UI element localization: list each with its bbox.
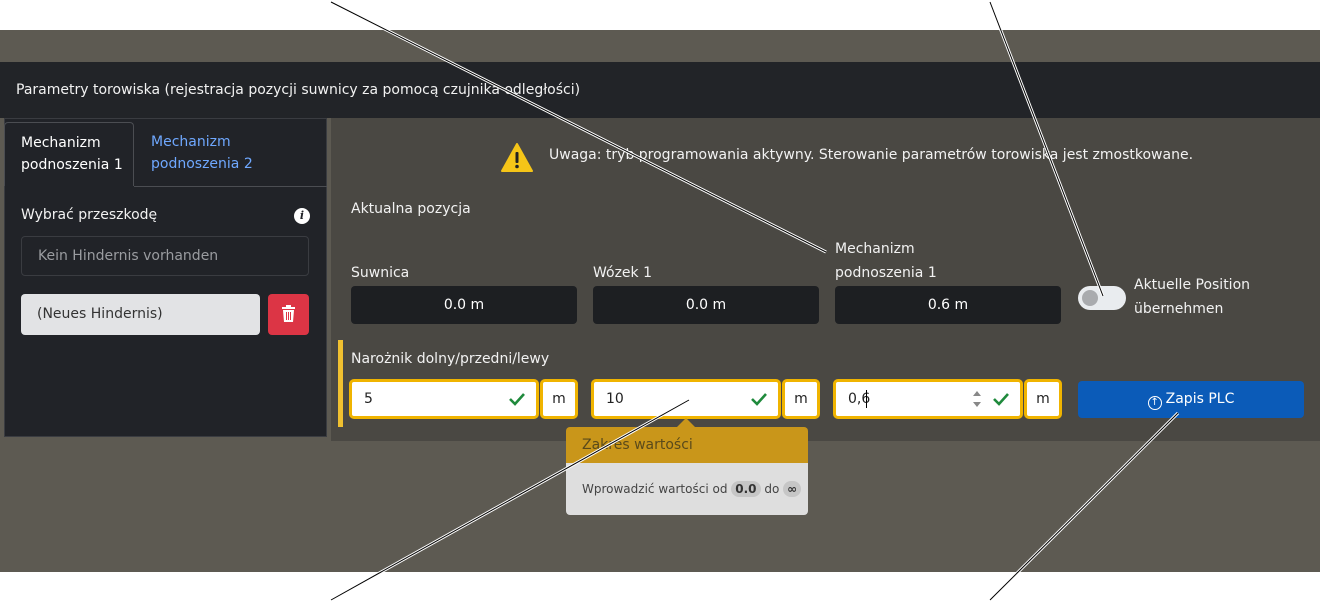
annotation-lines (330, 0, 1180, 602)
